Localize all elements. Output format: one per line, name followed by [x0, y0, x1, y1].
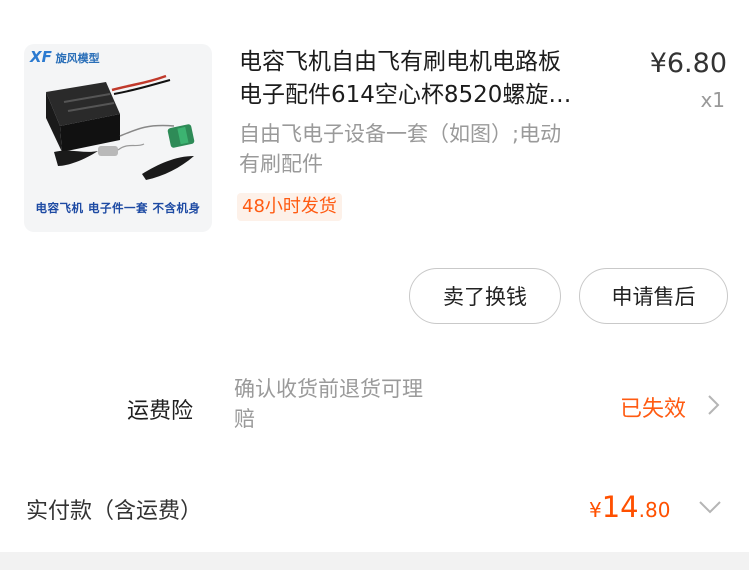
shipping-tag: 48小时发货: [237, 193, 342, 221]
insurance-description: 确认收货前退货可理 赔: [234, 374, 484, 434]
payment-label: 实付款（含运费）: [26, 499, 203, 524]
chevron-right-icon[interactable]: [703, 392, 723, 418]
bottom-divider: [0, 552, 749, 570]
insurance-desc-line1: 确认收货前退货可理: [234, 377, 423, 401]
product-title[interactable]: 电容飞机自由飞有刷电机电路板 电子配件614空心杯8520螺旋…: [239, 46, 624, 112]
chevron-down-icon[interactable]: [696, 497, 724, 517]
unit-price: ¥6.80: [649, 48, 727, 79]
sell-button[interactable]: 卖了换钱: [409, 268, 561, 324]
insurance-desc-line2: 赔: [234, 407, 255, 431]
quantity: x1: [700, 88, 725, 112]
insurance-status[interactable]: 已失效: [620, 391, 686, 423]
payment-currency: ¥: [589, 498, 602, 522]
payment-amount: ¥14.80: [589, 490, 670, 524]
sku-line1: 自由飞电子设备一套（如图）;电动: [239, 122, 562, 146]
image-brand-logo: XF 旋风模型: [30, 48, 100, 66]
image-caption: 电容飞机 电子件一套 不含机身: [35, 201, 201, 215]
battery-holder-graphic: [46, 82, 120, 152]
payment-amount-decimal: .80: [638, 498, 671, 522]
payment-amount-integer: 14: [601, 490, 639, 524]
sku-spec: 自由飞电子设备一套（如图）;电动 有刷配件: [239, 119, 629, 179]
product-title-line2: 电子配件614空心杯8520螺旋…: [239, 82, 572, 108]
insurance-label: 运费险: [127, 399, 194, 424]
product-image[interactable]: XF 旋风模型 电容飞机 电子件一套 不含机身: [24, 44, 212, 232]
sku-line2: 有刷配件: [239, 152, 323, 176]
after-sale-button[interactable]: 申请售后: [579, 268, 728, 324]
product-title-line1: 电容飞机自由飞有刷电机电路板: [239, 49, 561, 75]
